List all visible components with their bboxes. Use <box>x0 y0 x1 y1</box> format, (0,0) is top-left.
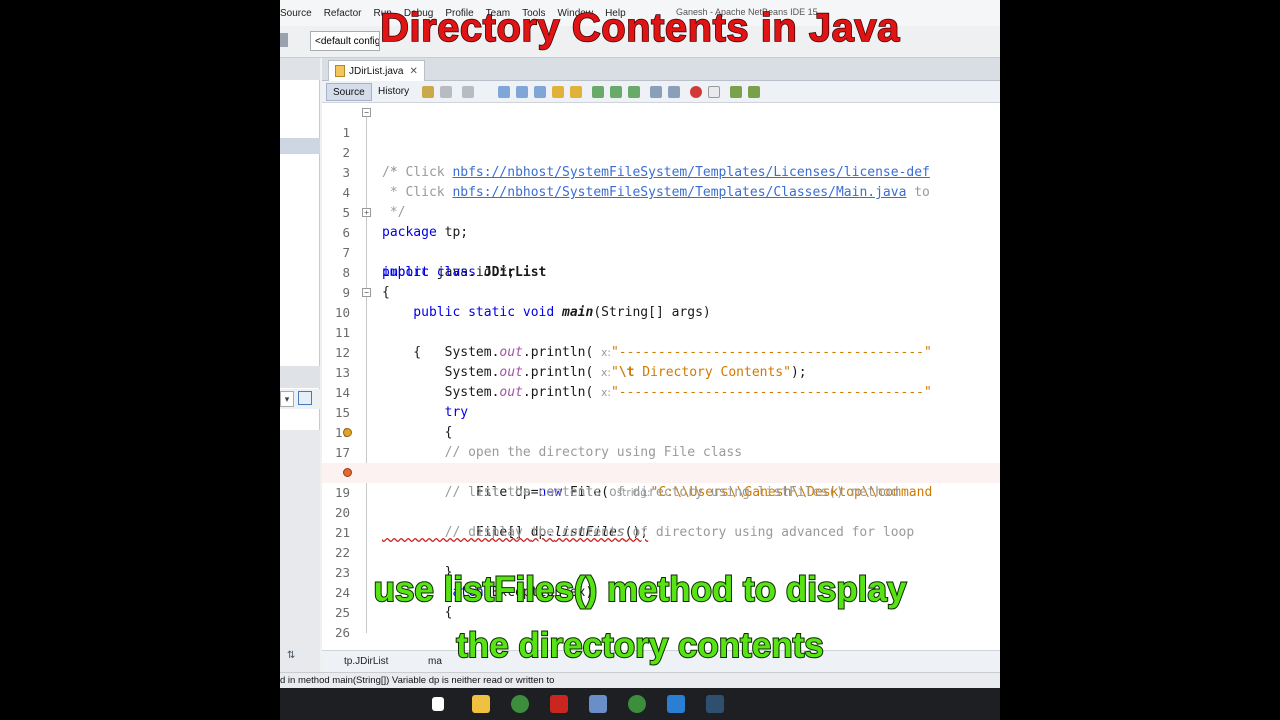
shift-left-icon[interactable] <box>650 86 662 98</box>
uncomment-icon[interactable] <box>748 86 760 98</box>
code-line: 9 public static void main(String[] args) <box>322 263 1000 320</box>
tab-history[interactable]: History <box>372 83 415 101</box>
editor-toolbar: Source History <box>322 81 1000 103</box>
fold-icon[interactable]: − <box>362 108 371 117</box>
code-line: 8 { <box>322 243 1000 300</box>
toggle-rect-select-icon[interactable] <box>570 86 582 98</box>
code-line: 20 // display the contents of directory … <box>322 483 1000 540</box>
toggle-highlight-icon[interactable] <box>552 86 564 98</box>
toggle-bookmark-icon[interactable] <box>628 86 640 98</box>
stop-macro-icon[interactable] <box>708 86 720 98</box>
code-line: 15 { <box>322 383 1000 440</box>
back-icon[interactable] <box>440 86 452 98</box>
editor-tab-strip: JDirList.java ✕ <box>322 58 1000 81</box>
terminal-icon[interactable] <box>706 695 724 713</box>
code-line: 23 catch(Exception ex) <box>322 543 1000 600</box>
code-line: 2 * Click nbfs://nbhost/SystemFileSystem… <box>322 123 1000 180</box>
acrobat-icon[interactable] <box>550 695 568 713</box>
tab-source[interactable]: Source <box>326 83 372 101</box>
code-line: 16 // open the directory using File clas… <box>322 403 1000 460</box>
netbeans-screen: Source Refactor Run Debug Profile Team T… <box>280 0 1000 720</box>
status-bar: d in method main(String[]) Variable dp i… <box>280 672 1000 688</box>
projects-panel-header[interactable] <box>280 58 320 80</box>
task-view-icon[interactable] <box>432 697 444 711</box>
find-previous-icon[interactable] <box>516 86 528 98</box>
file-tab-label: JDirList.java <box>349 65 404 77</box>
code-line: 3 * Click nbfs://nbhost/SystemFileSystem… <box>322 143 1000 200</box>
code-line: 7 public class JDirList <box>322 223 1000 280</box>
error-bulb-icon[interactable] <box>343 468 352 477</box>
comment-icon[interactable] <box>730 86 742 98</box>
code-line: 5 package tp; <box>322 183 1000 240</box>
code-line-current: 19 File[] dp.listFiles(); <box>322 463 1000 540</box>
file-explorer-icon[interactable] <box>472 695 490 713</box>
code-line: 11 System.out.println( x:"--------------… <box>322 303 1000 360</box>
find-icon[interactable] <box>498 86 510 98</box>
taskbar <box>280 688 1000 720</box>
fold-icon[interactable]: + <box>362 208 371 217</box>
close-icon[interactable]: ✕ <box>409 66 417 77</box>
last-edit-icon[interactable] <box>422 86 434 98</box>
java-file-icon <box>335 65 345 77</box>
hint-bulb-icon[interactable] <box>343 428 352 437</box>
subtitle-line-2: the directory contents <box>455 625 825 666</box>
code-area[interactable]: 1 − /* 2 * Click nbfs://nbhost/SystemFil… <box>322 103 1000 647</box>
navigator-icon[interactable] <box>298 391 312 405</box>
code-line: 18 // list the contents of directory usi… <box>322 443 1000 500</box>
code-line: 6 + import java.io.*; <box>322 203 1000 280</box>
code-line: 13 System.out.println( x:"--------------… <box>322 343 1000 400</box>
subtitle-line-1: use listFiles() method to display <box>373 569 908 610</box>
code-line: 17 File dp=new File( string:"C:\\Users\\… <box>322 423 1000 500</box>
code-line: 1 − /* <box>322 103 1000 180</box>
code-line: 12 System.out.println( x:"\t Directory C… <box>322 323 1000 380</box>
code-line: 14 try <box>322 363 1000 420</box>
netbeans-icon[interactable] <box>589 695 607 713</box>
shift-right-icon[interactable] <box>668 86 680 98</box>
video-title-caption: Directory Contents in Java <box>379 5 900 51</box>
code-line: 22 } <box>322 523 1000 580</box>
code-line: 21 <box>322 503 1000 540</box>
forward-icon[interactable] <box>462 86 474 98</box>
find-next-icon[interactable] <box>534 86 546 98</box>
chevron-down-icon[interactable]: ▾ <box>280 391 294 407</box>
code-line: 4 */ <box>322 163 1000 220</box>
navigator-panel-header[interactable] <box>280 366 320 388</box>
file-tab-jdirlist[interactable]: JDirList.java ✕ <box>328 60 425 81</box>
selected-tree-node[interactable] <box>280 138 320 154</box>
previous-bookmark-icon[interactable] <box>592 86 604 98</box>
code-line: 10 − { <box>322 283 1000 360</box>
chrome-icon[interactable] <box>511 695 529 713</box>
fold-icon[interactable]: − <box>362 288 371 297</box>
vscode-icon[interactable] <box>667 695 685 713</box>
chrome-profile-icon[interactable] <box>628 695 646 713</box>
start-macro-icon[interactable] <box>690 86 702 98</box>
next-bookmark-icon[interactable] <box>610 86 622 98</box>
